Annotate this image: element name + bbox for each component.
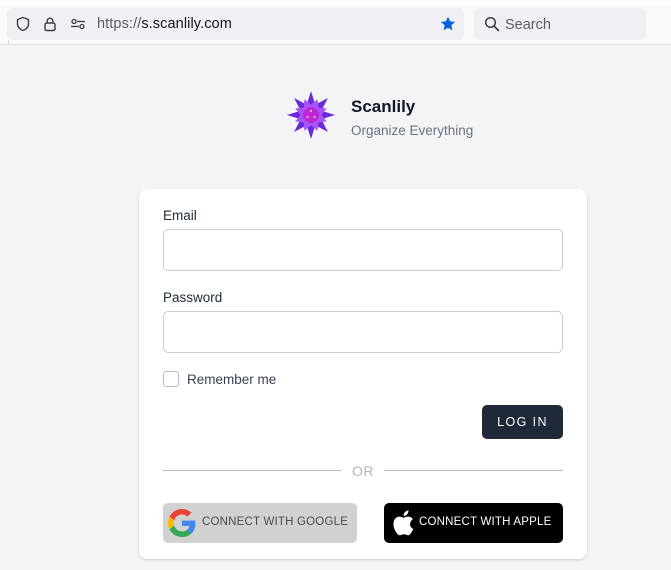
bookmark-star-icon[interactable]	[440, 16, 456, 32]
divider-line-right	[384, 470, 563, 471]
search-bar[interactable]: Search	[474, 8, 646, 40]
google-button-label: CONNECT WITH GOOGLE	[202, 516, 349, 528]
browser-toolbar: https://s.scanlily.com Search	[0, 0, 671, 45]
password-label: Password	[163, 290, 223, 305]
remember-me-checkbox[interactable]	[163, 371, 179, 387]
or-label: OR	[352, 463, 374, 479]
brand-tagline: Organize Everything	[351, 123, 474, 138]
brand-name: Scanlily	[351, 97, 416, 116]
url-host: s.scanlily.com	[141, 16, 232, 32]
login-card: Email Password Remember me LOG IN OR CON…	[139, 189, 587, 559]
shield-icon[interactable]	[15, 16, 31, 32]
connect-apple-button[interactable]: CONNECT WITH APPLE	[384, 503, 563, 543]
tab-strip-edge	[0, 0, 671, 5]
or-divider: OR	[163, 461, 563, 481]
google-icon	[168, 509, 196, 537]
lock-icon[interactable]	[42, 16, 58, 32]
remember-me-label[interactable]: Remember me	[187, 372, 276, 387]
url-scheme: https://	[97, 16, 142, 32]
divider-line-left	[163, 470, 341, 471]
brand-header: Scanlily Organize Everything	[286, 90, 526, 142]
login-button[interactable]: LOG IN	[482, 405, 563, 439]
email-label: Email	[163, 208, 197, 223]
search-icon	[484, 16, 500, 32]
site-permissions-icon[interactable]	[70, 16, 86, 32]
email-field[interactable]	[163, 229, 563, 271]
divider	[8, 40, 9, 45]
scanlily-logo-icon	[286, 90, 336, 140]
apple-icon	[389, 509, 415, 537]
url-text[interactable]: https://s.scanlily.com	[97, 16, 232, 32]
apple-button-label: CONNECT WITH APPLE	[419, 516, 552, 528]
address-bar[interactable]: https://s.scanlily.com	[7, 8, 464, 40]
search-placeholder: Search	[505, 17, 551, 33]
password-field[interactable]	[163, 311, 563, 353]
connect-google-button[interactable]: CONNECT WITH GOOGLE	[163, 503, 357, 543]
